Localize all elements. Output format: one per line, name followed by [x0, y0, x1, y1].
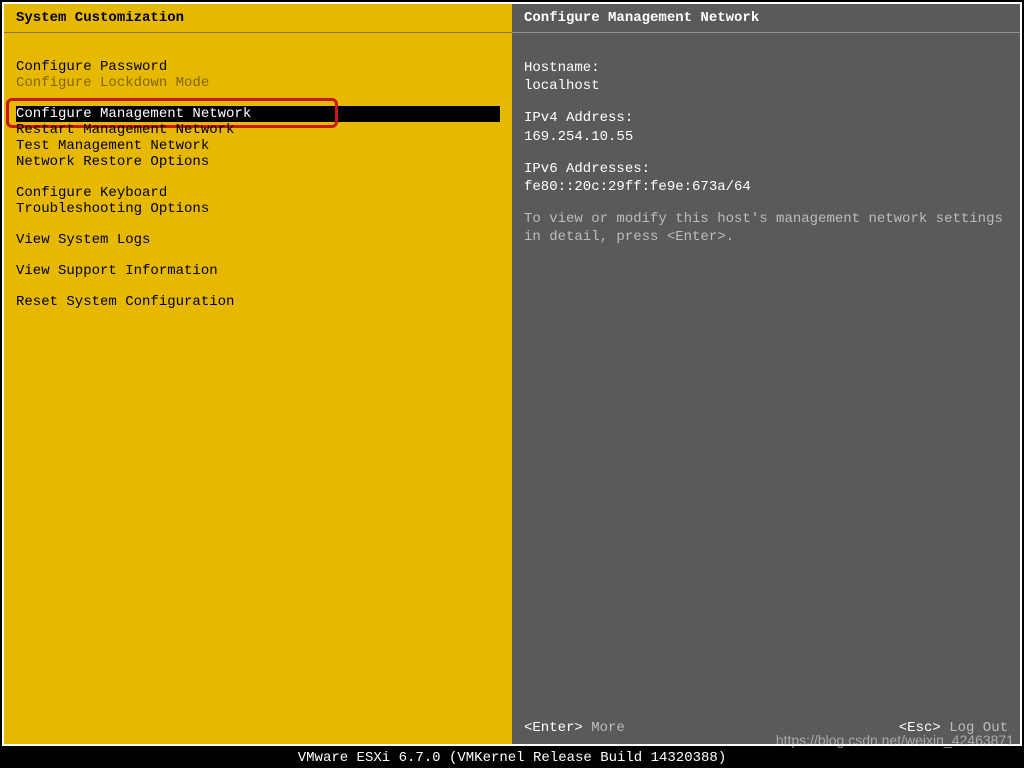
dcui-container: System Customization Configure PasswordC…: [2, 2, 1022, 746]
right-pane-title: Configure Management Network: [512, 4, 1020, 33]
ipv6-value: fe80::20c:29ff:fe9e:673a/64: [524, 178, 1008, 196]
left-pane: System Customization Configure PasswordC…: [4, 4, 512, 744]
menu-item[interactable]: Network Restore Options: [16, 154, 500, 170]
ipv4-label: IPv4 Address:: [524, 109, 1008, 127]
right-footer: <Enter> More <Esc> Log Out: [524, 720, 1008, 736]
left-pane-title: System Customization: [4, 4, 512, 33]
menu-item[interactable]: View Support Information: [16, 263, 500, 279]
left-menu: Configure PasswordConfigure Lockdown Mod…: [4, 33, 512, 337]
menu-item[interactable]: Configure Keyboard: [16, 185, 500, 201]
right-pane: Configure Management Network Hostname: l…: [512, 4, 1020, 744]
menu-group: Configure PasswordConfigure Lockdown Mod…: [16, 59, 500, 91]
menu-item[interactable]: Restart Management Network: [16, 122, 500, 138]
menu-group: View Support Information: [16, 263, 500, 279]
ipv6-label: IPv6 Addresses:: [524, 160, 1008, 178]
hostname-value: localhost: [524, 77, 1008, 95]
menu-group: Configure KeyboardTroubleshooting Option…: [16, 185, 500, 217]
hostname-label: Hostname:: [524, 59, 1008, 77]
ipv4-value: 169.254.10.55: [524, 128, 1008, 146]
menu-item[interactable]: Test Management Network: [16, 138, 500, 154]
right-body: Hostname: localhost IPv4 Address: 169.25…: [512, 33, 1020, 259]
right-hint: To view or modify this host's management…: [524, 210, 1008, 246]
menu-item[interactable]: View System Logs: [16, 232, 500, 248]
menu-item[interactable]: Configure Management Network: [16, 106, 500, 122]
menu-item[interactable]: Troubleshooting Options: [16, 201, 500, 217]
enter-key-label: More: [591, 720, 625, 736]
menu-item: Configure Lockdown Mode: [16, 75, 500, 91]
menu-group: Reset System Configuration: [16, 294, 500, 310]
menu-item[interactable]: Configure Password: [16, 59, 500, 75]
esc-key: <Esc>: [899, 720, 941, 736]
esc-key-label: Log Out: [949, 720, 1008, 736]
status-bar: VMware ESXi 6.7.0 (VMKernel Release Buil…: [0, 748, 1024, 768]
enter-action[interactable]: <Enter> More: [524, 720, 625, 736]
esc-action[interactable]: <Esc> Log Out: [899, 720, 1008, 736]
menu-group: View System Logs: [16, 232, 500, 248]
menu-group: Configure Management NetworkRestart Mana…: [16, 106, 500, 170]
enter-key: <Enter>: [524, 720, 583, 736]
menu-item[interactable]: Reset System Configuration: [16, 294, 500, 310]
